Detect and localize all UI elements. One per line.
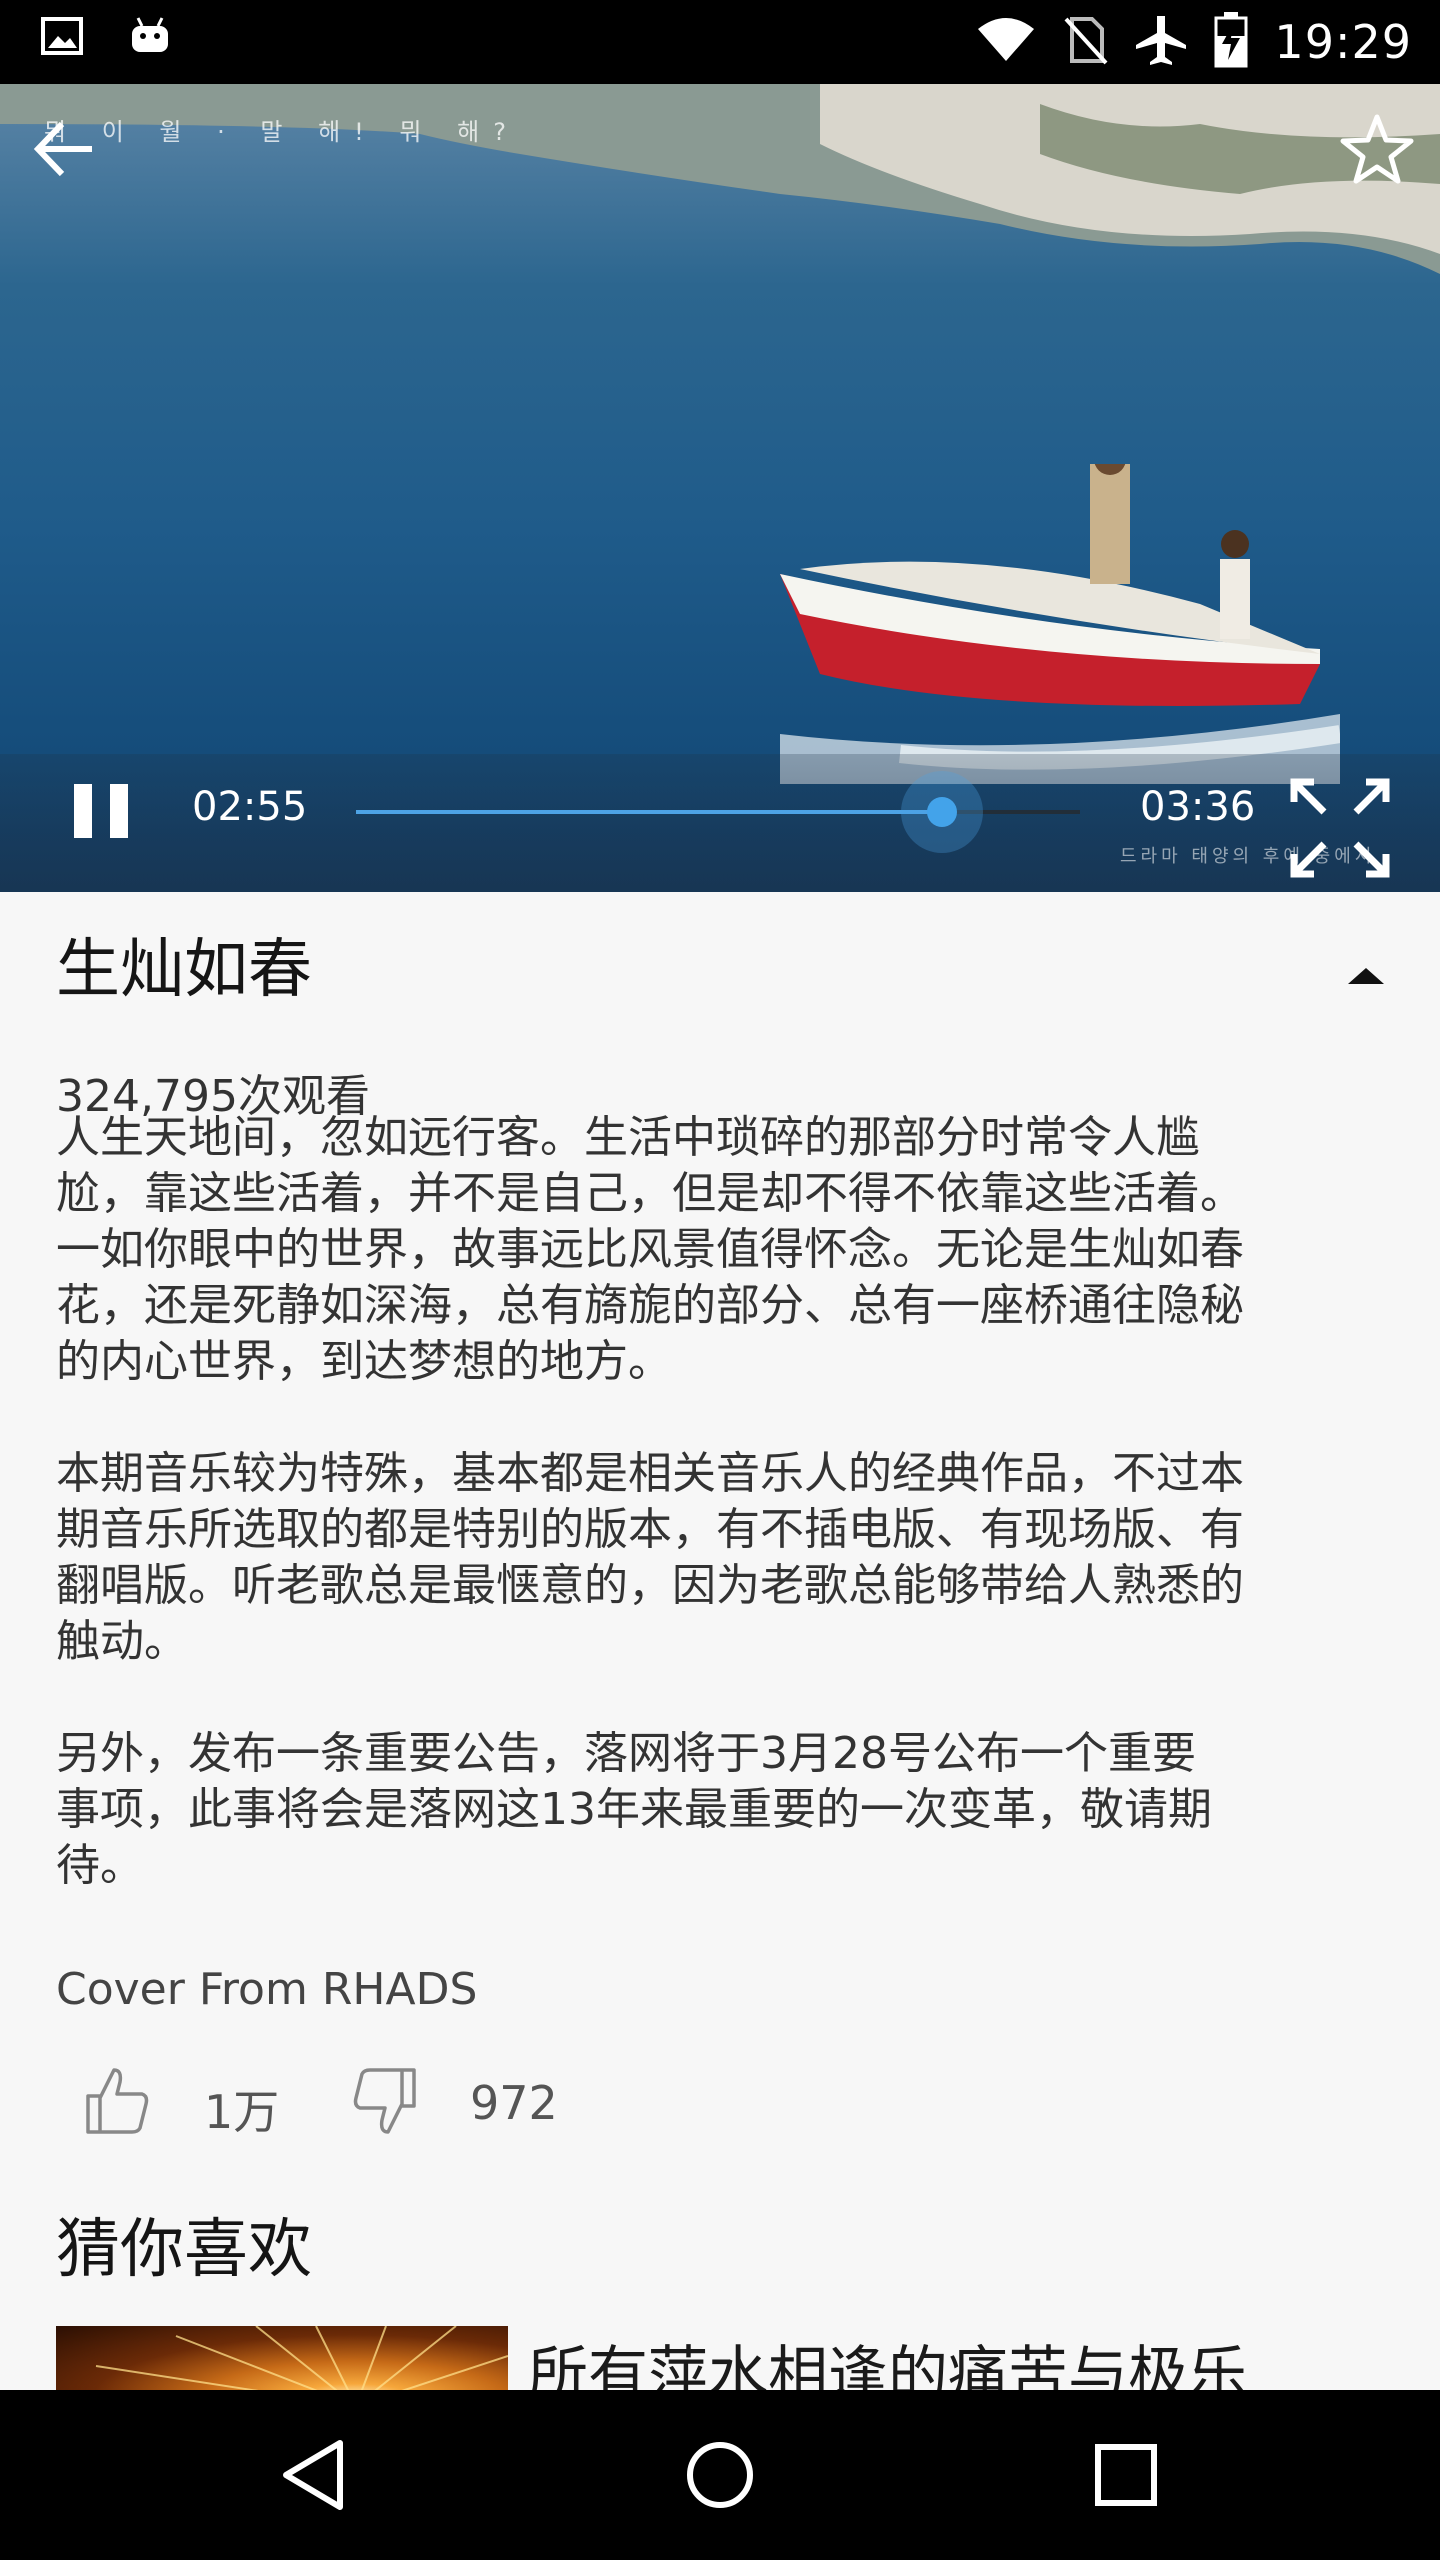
video-details: 生灿如春 324,795次观看 人生天地间，忽如远行客。生活中琐碎的那部分时常令… [0, 892, 1440, 2390]
battery-charging-icon [1214, 12, 1248, 72]
pause-button[interactable] [70, 780, 132, 842]
thumbs-up-icon [86, 2068, 149, 2134]
seek-thumb[interactable] [901, 771, 984, 853]
video-controls: 02:55 03:36 드라마 태양의 후예 중에서 [0, 754, 1440, 892]
like-count: 1万 [204, 2085, 280, 2139]
navigation-bar [0, 2390, 1440, 2560]
no-sim-icon [1062, 15, 1108, 69]
reactions: 1万 972 [84, 2064, 784, 2144]
seek-progress [356, 810, 943, 814]
recommendations-heading: 猜你喜欢 [56, 2213, 312, 2287]
status-bar: 19:29 [0, 0, 1440, 84]
image-icon [40, 14, 84, 62]
android-icon [128, 14, 172, 62]
thumbs-down-icon [353, 2068, 416, 2134]
current-time: 02:55 [192, 784, 308, 830]
nav-recents-button[interactable] [1086, 2435, 1166, 2515]
airplane-icon [1134, 13, 1188, 71]
seek-bar[interactable] [356, 771, 1080, 853]
fullscreen-icon [1290, 778, 1390, 878]
wifi-icon [976, 17, 1036, 67]
dislike-button[interactable] [352, 2066, 418, 2138]
nav-back-button[interactable] [276, 2435, 356, 2515]
dislike-count: 972 [470, 2076, 558, 2130]
triangle-up-icon [1348, 968, 1384, 984]
description: 人生天地间，忽如远行客。生活中琐碎的那部分时常令人尴 尬，靠这些活着，并不是自己… [56, 1110, 1386, 1894]
description-paragraph: 本期音乐较为特殊，基本都是相关音乐人的经典作品，不过本 期音乐所选取的都是特别的… [56, 1448, 1244, 1667]
circle-home-icon [687, 2442, 753, 2508]
fullscreen-button[interactable] [1284, 772, 1396, 884]
video-frame-boat [780, 464, 1340, 784]
cover-credit: Cover From RHADS [56, 1964, 478, 2015]
favorite-button[interactable] [1340, 112, 1414, 186]
arrow-left-icon [33, 121, 92, 177]
back-button[interactable] [30, 114, 100, 184]
recommendation-item[interactable]: 所有萍水相逢的痛苦与极乐 [56, 2326, 1396, 2390]
triangle-back-icon [283, 2440, 343, 2510]
title-row: 生灿如春 [56, 918, 1396, 1028]
video-title: 生灿如春 [56, 933, 312, 1007]
video-subtitle-overlay: 뭐 이 월 · 말 해! 뭐 해? [44, 118, 520, 146]
description-paragraph: 另外，发布一条重要公告，落网将于3月28号公布一个重要 事项，此事将会是落网这1… [56, 1728, 1212, 1891]
collapse-description-button[interactable] [1336, 948, 1396, 998]
total-time: 03:36 [1140, 784, 1256, 830]
recommendation-title: 所有萍水相逢的痛苦与极乐 [528, 2340, 1248, 2390]
star-icon [1340, 114, 1414, 184]
pause-icon [74, 784, 128, 838]
video-player[interactable]: 뭐 이 월 · 말 해! 뭐 해? 02:55 03:36 드라마 태양의 후예… [0, 84, 1440, 892]
recommendation-thumbnail[interactable] [56, 2326, 508, 2390]
like-button[interactable] [84, 2064, 150, 2136]
description-paragraph: 人生天地间，忽如远行客。生活中琐碎的那部分时常令人尴 尬，靠这些活着，并不是自己… [56, 1112, 1244, 1387]
clock: 19:29 [1274, 15, 1412, 69]
square-recents-icon [1095, 2444, 1157, 2506]
nav-home-button[interactable] [680, 2435, 760, 2515]
